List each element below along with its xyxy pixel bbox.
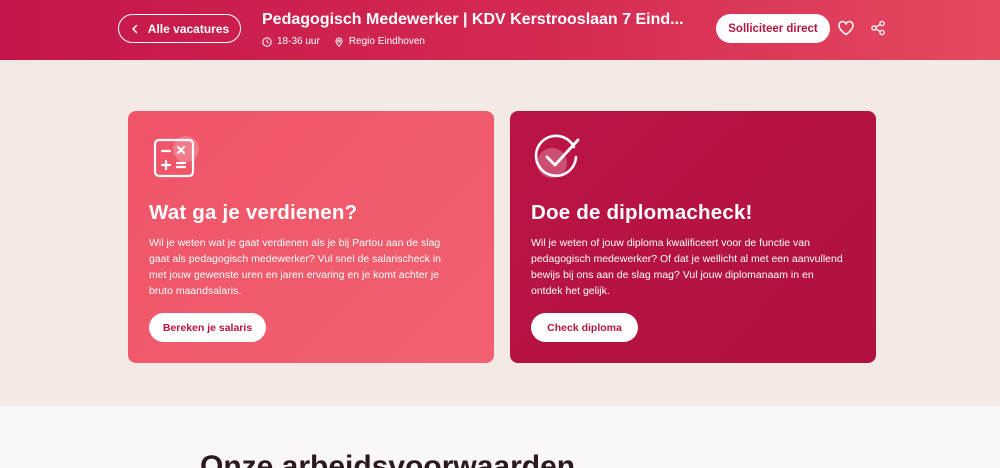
checkmark-circle-icon — [534, 134, 580, 178]
sticky-job-header: Alle vacatures Pedagogisch Medewerker | … — [0, 0, 1000, 60]
diploma-card-description: Wil je weten of jouw diploma kwalificeer… — [531, 237, 843, 297]
back-to-vacancies-button[interactable]: Alle vacatures — [118, 14, 241, 43]
location-pin-icon — [335, 37, 343, 47]
apply-now-button[interactable]: Solliciteer direct — [716, 14, 830, 43]
diploma-card-title: Doe de diplomacheck! — [531, 201, 753, 224]
heart-icon[interactable] — [837, 19, 855, 37]
salary-card-description: Wil je weten wat je gaat verdienen als j… — [149, 237, 442, 297]
share-icon[interactable] — [870, 20, 886, 36]
job-meta: 18-36 uur Regio Eindhoven — [262, 36, 425, 47]
job-location-text: Regio Eindhoven — [348, 36, 425, 47]
job-location: Regio Eindhoven — [334, 36, 425, 47]
chevron-left-icon — [132, 24, 138, 33]
job-title: Pedagogisch Medewerker | KDV Kerstroosla… — [262, 11, 684, 28]
salary-card: Wat ga je verdienen? Wil je weten wat je… — [128, 111, 494, 363]
clock-icon — [262, 36, 272, 47]
calculate-salary-button[interactable]: Bereken je salaris — [149, 313, 266, 342]
job-hours: 18-36 uur — [262, 36, 320, 47]
diploma-card: Doe de diplomacheck! Wil je weten of jou… — [510, 111, 876, 363]
section-heading: Onze arbeidsvoorwaarden — [200, 450, 576, 468]
employment-conditions-section: Onze arbeidsvoorwaarden — [0, 406, 1000, 468]
back-button-label: Alle vacatures — [147, 21, 230, 36]
job-hours-text: 18-36 uur — [277, 36, 320, 47]
salary-card-title: Wat ga je verdienen? — [149, 201, 358, 224]
check-diploma-button[interactable]: Check diploma — [531, 313, 638, 342]
calculator-icon — [153, 136, 199, 178]
